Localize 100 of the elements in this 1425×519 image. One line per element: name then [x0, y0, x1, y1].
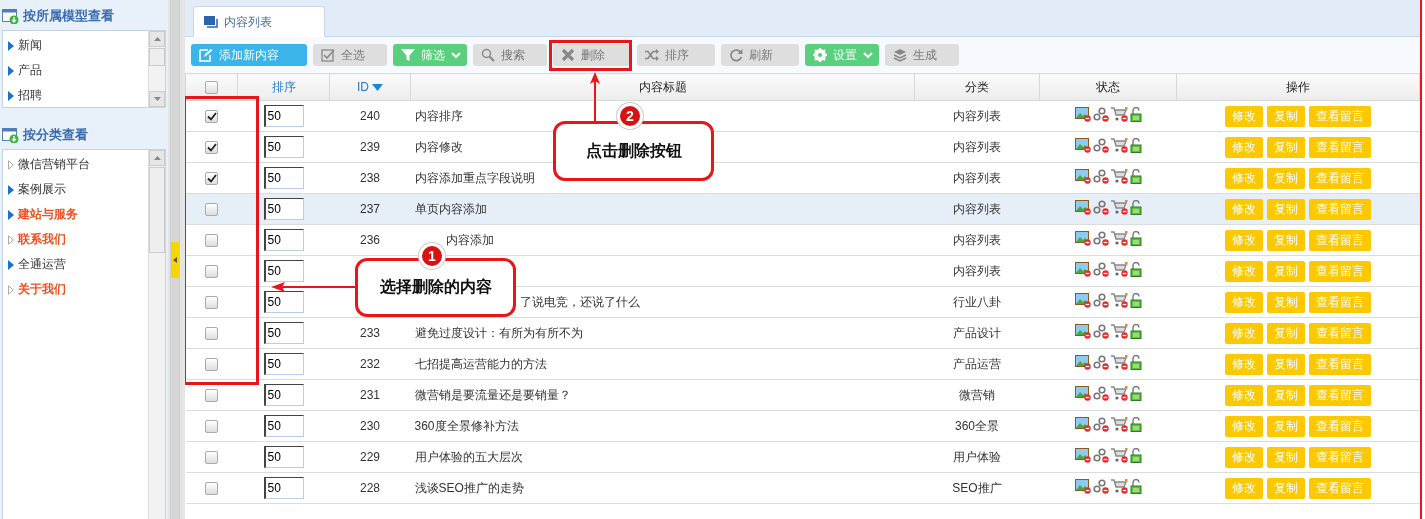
table-row[interactable]: 50 237 单页内容添加 内容列表 修改 复制 查看留言 [185, 193, 1420, 225]
checkbox[interactable] [205, 482, 218, 496]
checkbox[interactable] [205, 110, 218, 124]
link-icon [1092, 107, 1109, 122]
cart-icon [1110, 138, 1128, 153]
checkbox[interactable] [205, 265, 218, 279]
table-cell: 避免过度设计：有所为有所不为 [414, 325, 583, 340]
column-header[interactable]: 排序 [271, 78, 296, 96]
order-input[interactable]: 50 [263, 353, 304, 375]
picture-icon [1074, 417, 1091, 432]
padlock-icon [1129, 479, 1142, 494]
toolbar-button[interactable]: 刷新 [721, 44, 799, 66]
checkbox[interactable] [205, 389, 218, 403]
table-cell: 238 [360, 171, 380, 185]
link-icon [1092, 231, 1109, 246]
sidebar-item[interactable]: 产品 [3, 58, 148, 83]
order-input[interactable]: 50 [263, 198, 304, 220]
checkbox[interactable] [205, 81, 218, 95]
table-cell: SEO推广 [952, 480, 1002, 495]
order-input[interactable]: 50 [263, 415, 304, 437]
picture-icon [1074, 448, 1091, 463]
scroll-thumb[interactable] [149, 167, 165, 253]
checkbox[interactable] [205, 358, 218, 372]
order-input[interactable]: 50 [263, 446, 304, 468]
refresh-icon [729, 48, 743, 62]
link-icon [1092, 417, 1109, 432]
filter-icon [401, 48, 415, 62]
padlock-icon [1129, 293, 1142, 308]
padlock-icon [1129, 169, 1142, 184]
order-input[interactable]: 50 [263, 105, 304, 127]
sidebar-item[interactable]: 联系我们 [3, 227, 148, 252]
table-cell: 了说电竞，还说了什么 [520, 294, 640, 309]
table-row[interactable]: 50 229 用户体验的五大层次 用户体验 修改 复制 查看留言 [185, 441, 1420, 473]
padlock-icon [1129, 200, 1142, 215]
table-cell: 内容列表 [953, 139, 1001, 154]
toolbar-button[interactable]: 删除 [553, 44, 631, 66]
checkbox[interactable] [205, 141, 218, 155]
cart-icon [1110, 324, 1128, 339]
table-cell: 236 [360, 233, 380, 247]
column-header[interactable]: 内容标题 [638, 78, 687, 96]
splitter-handle[interactable] [169, 0, 180, 519]
table-cell: 产品运营 [953, 356, 1001, 371]
toolbar-button[interactable]: 设置 [805, 44, 879, 66]
scrollbar[interactable] [148, 150, 165, 519]
sidebar-item[interactable]: 案例展示 [3, 177, 148, 202]
cart-icon [1110, 200, 1128, 215]
toolbar-button[interactable]: 添加新内容 [191, 44, 307, 66]
checkbox[interactable] [205, 234, 218, 248]
toolbar-button[interactable]: 全选 [313, 44, 387, 66]
column-header[interactable]: ID [357, 80, 383, 94]
picture-icon [1074, 293, 1091, 308]
link-icon [1092, 324, 1109, 339]
sidebar-item[interactable]: 关于我们 [3, 277, 148, 302]
table-row[interactable]: 50 233 避免过度设计：有所为有所不为 产品设计 修改 复制 查看留言 [185, 317, 1420, 349]
checkbox[interactable] [205, 420, 218, 434]
triangle-icon [8, 184, 14, 195]
order-input[interactable]: 50 [263, 260, 304, 282]
checkbox[interactable] [205, 296, 218, 310]
toolbar-button[interactable]: 筛选 [393, 44, 467, 66]
sidebar-item[interactable]: 全通运营 [3, 252, 148, 277]
order-input[interactable]: 50 [263, 136, 304, 158]
column-header[interactable]: 状态 [1096, 78, 1120, 96]
link-icon [1092, 386, 1109, 401]
sidebar-item[interactable]: 建站与服务 [3, 202, 148, 227]
column-header[interactable]: 分类 [965, 78, 989, 96]
cart-icon [1110, 231, 1128, 246]
checkbox[interactable] [205, 327, 218, 341]
sidebar-item[interactable]: 招聘 [3, 83, 148, 108]
checkbox[interactable] [205, 203, 218, 217]
link-icon [1092, 262, 1109, 277]
order-input[interactable]: 50 [263, 322, 304, 344]
order-input[interactable]: 50 [263, 384, 304, 406]
scroll-thumb[interactable] [149, 48, 165, 66]
table-row[interactable]: 50 228 浅谈SEO推广的走势 SEO推广 修改 复制 查看留言 [185, 472, 1420, 504]
toolbar-button[interactable]: 生成 [885, 44, 959, 66]
edit-icon [199, 48, 213, 62]
toolbar-button[interactable]: 排序 [637, 44, 715, 66]
table-cell: 内容列表 [953, 263, 1001, 278]
order-input[interactable]: 50 [263, 477, 304, 499]
order-input[interactable]: 50 [263, 229, 304, 251]
table-row[interactable]: 50 230 360度全景修补方法 360全景 修改 复制 查看留言 [185, 410, 1420, 442]
table-row[interactable]: 50 231 微营销是要流量还是要销量？ 微营销 修改 复制 查看留言 [185, 379, 1420, 411]
padlock-icon [1129, 138, 1142, 153]
order-input[interactable]: 50 [263, 291, 304, 313]
table-cell: 浅谈SEO推广的走势 [414, 480, 524, 495]
table-cell: 237 [360, 202, 380, 216]
column-header[interactable]: 操作 [1286, 78, 1310, 96]
tab[interactable]: 内容列表 [193, 6, 325, 37]
checkbox[interactable] [205, 451, 218, 465]
sidebar-item[interactable]: 微信营销平台 [3, 152, 148, 177]
table-cell: 360度全景修补方法 [414, 418, 519, 433]
sidebar-item[interactable]: 新闻 [3, 33, 148, 58]
table-cell: 内容排序 [414, 108, 463, 123]
checkbox[interactable] [205, 172, 218, 186]
window-download-icon [2, 8, 19, 24]
toolbar-button[interactable]: 搜索 [473, 44, 547, 66]
table-row[interactable]: 50 232 七招提高运营能力的方法 产品运营 修改 复制 查看留言 [185, 348, 1420, 380]
order-input[interactable]: 50 [263, 167, 304, 189]
table-cell: 内容列表 [953, 232, 1001, 247]
scrollbar[interactable] [148, 31, 165, 107]
